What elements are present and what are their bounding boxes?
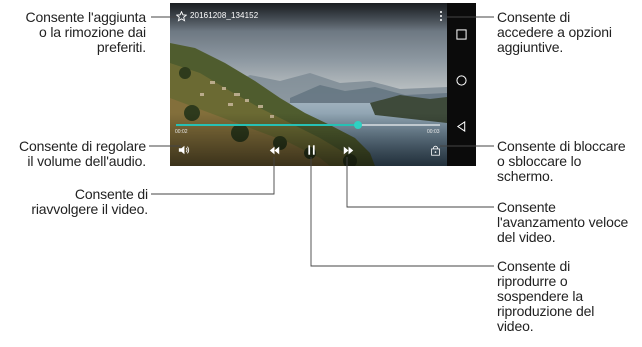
video-filename: 20161208_134152: [190, 11, 259, 20]
navigation-bar: [447, 3, 476, 166]
star-icon[interactable]: [175, 9, 188, 22]
video-frame: [170, 3, 447, 166]
callout-favorites-text: Consente l'aggiunta o la rimozione dai p…: [25, 9, 147, 55]
circle-icon[interactable]: [447, 70, 476, 90]
callout-play-pause-text: Consente di riprodurre o sospendere la r…: [497, 258, 595, 334]
seek-bar[interactable]: [176, 121, 440, 129]
callout-options: Consente di accedere a opzioni aggiuntiv…: [497, 10, 612, 55]
elapsed-time: 00:02: [175, 129, 188, 135]
callout-fast-forward: Consente l'avanzamento veloce del video.: [497, 200, 628, 245]
more-vertical-icon[interactable]: [438, 9, 444, 21]
callout-play-pause: Consente di riprodurre o sospendere la r…: [497, 259, 594, 334]
triangle-back-icon[interactable]: [447, 116, 476, 136]
callout-volume-text: Consente di regolare il volume dell'audi…: [19, 138, 146, 169]
manual-figure: 20161208_134152 00:02 00:03 Consente l'a…: [0, 0, 642, 347]
pause-icon[interactable]: [304, 143, 318, 157]
callout-lock: Consente di bloccare o sbloccare lo sche…: [497, 139, 626, 184]
callout-fast-forward-text: Consente l'avanzamento veloce del video.: [497, 199, 629, 245]
callout-favorites: Consente l'aggiunta o la rimozione dai p…: [25, 9, 147, 55]
square-icon[interactable]: [447, 24, 476, 44]
fast-forward-icon[interactable]: [341, 143, 355, 157]
callout-rewind-text: Consente di riavvolgere il video.: [31, 186, 148, 217]
speaker-icon[interactable]: [177, 143, 191, 157]
rewind-icon[interactable]: [267, 143, 281, 157]
phone-screen: 20161208_134152 00:02 00:03: [170, 3, 476, 166]
callout-options-text: Consente di accedere a opzioni aggiuntiv…: [497, 9, 612, 55]
lock-screen-icon[interactable]: [428, 143, 442, 157]
total-duration: 00:03: [427, 129, 440, 135]
video-player[interactable]: 20161208_134152 00:02 00:03: [170, 3, 447, 166]
callout-volume: Consente di regolare il volume dell'audi…: [19, 139, 146, 169]
seek-bar-progress: [176, 124, 359, 126]
callout-rewind: Consente di riavvolgere il video.: [31, 187, 148, 217]
callout-lock-text: Consente di bloccare o sbloccare lo sche…: [497, 138, 626, 184]
